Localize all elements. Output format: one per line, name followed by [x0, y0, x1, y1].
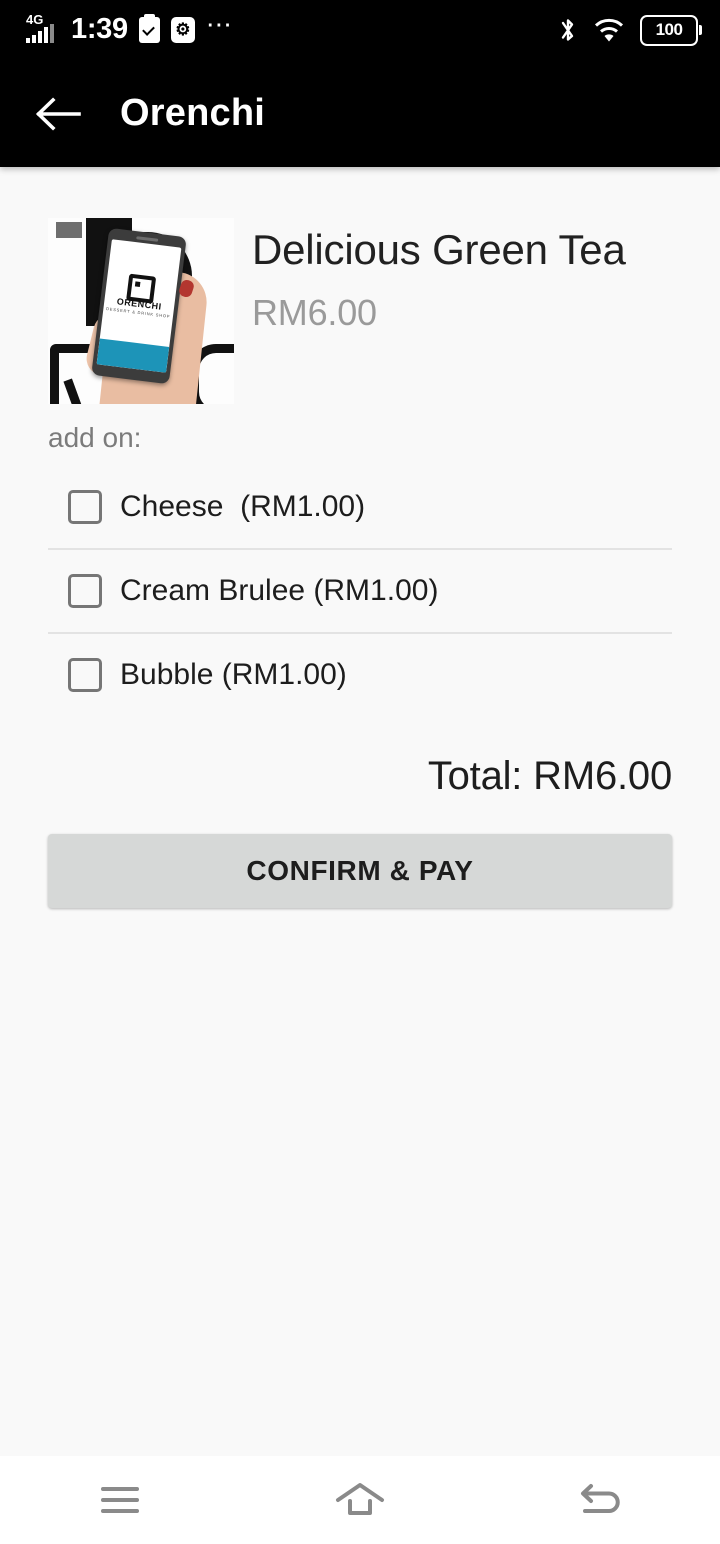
addon-list: Cheese (RM1.00) Cream Brulee (RM1.00) Bu…	[48, 466, 672, 716]
confirm-and-pay-label: CONFIRM & PAY	[246, 855, 474, 886]
page-title: Orenchi	[120, 92, 265, 134]
signal-strength-bars	[26, 24, 54, 43]
home-button[interactable]	[300, 1456, 420, 1544]
addon-label-cheese: Cheese (RM1.00)	[120, 490, 366, 523]
addon-label-cream-brulee: Cream Brulee (RM1.00)	[120, 574, 439, 607]
status-bar: 4G 1:39 ⚙ ⋯ 100	[0, 0, 720, 60]
system-nav-bar	[0, 1456, 720, 1544]
addon-row-bubble[interactable]: Bubble (RM1.00)	[48, 632, 672, 716]
total-amount: Total: RM6.00	[427, 754, 672, 798]
product-header: ORENCHI DESSERT & DRINK SHOP Delicious G…	[48, 167, 672, 404]
main-content: ORENCHI DESSERT & DRINK SHOP Delicious G…	[0, 167, 720, 1456]
arrow-left-icon	[35, 96, 81, 131]
addon-checkbox-cream-brulee[interactable]	[68, 574, 102, 608]
back-nav-button[interactable]	[540, 1456, 660, 1544]
app-screen: 4G 1:39 ⚙ ⋯ 100 Orenchi ORENCHI DESSERT …	[0, 0, 720, 1544]
product-info: Delicious Green Tea RM6.00	[234, 218, 626, 334]
signal-bars-icon: 4G	[26, 12, 60, 45]
status-bar-right: 100	[558, 14, 702, 46]
addon-row-cheese[interactable]: Cheese (RM1.00)	[48, 466, 672, 548]
menu-icon	[101, 1480, 139, 1520]
battery-level-label: 100	[655, 20, 683, 39]
more-dots-icon: ⋯	[205, 9, 234, 39]
battery-indicator: 100	[640, 14, 702, 46]
product-price: RM6.00	[252, 292, 377, 334]
product-title: Delicious Green Tea	[252, 226, 626, 273]
clipboard-check-icon	[138, 14, 160, 43]
network-type-label: 4G	[26, 12, 44, 27]
addon-row-cream-brulee[interactable]: Cream Brulee (RM1.00)	[48, 548, 672, 632]
app-bar: Orenchi	[0, 60, 720, 167]
addon-checkbox-bubble[interactable]	[68, 658, 102, 692]
bluetooth-icon	[561, 18, 574, 41]
usb-settings-icon: ⚙	[170, 17, 195, 43]
wifi-icon	[594, 18, 624, 42]
status-bar-clock: 1:39	[71, 12, 128, 45]
addon-checkbox-cheese[interactable]	[68, 490, 102, 524]
home-icon	[336, 1483, 384, 1515]
back-arrow-icon	[581, 1484, 620, 1513]
recents-button[interactable]	[60, 1456, 180, 1544]
product-image: ORENCHI DESSERT & DRINK SHOP	[48, 218, 234, 404]
status-bar-left: 4G 1:39 ⚙ ⋯	[26, 11, 234, 45]
addon-label-bubble: Bubble (RM1.00)	[120, 658, 347, 691]
addon-section-label: add on:	[48, 422, 142, 453]
back-button[interactable]	[22, 78, 94, 150]
confirm-and-pay-button[interactable]: CONFIRM & PAY	[48, 834, 672, 908]
